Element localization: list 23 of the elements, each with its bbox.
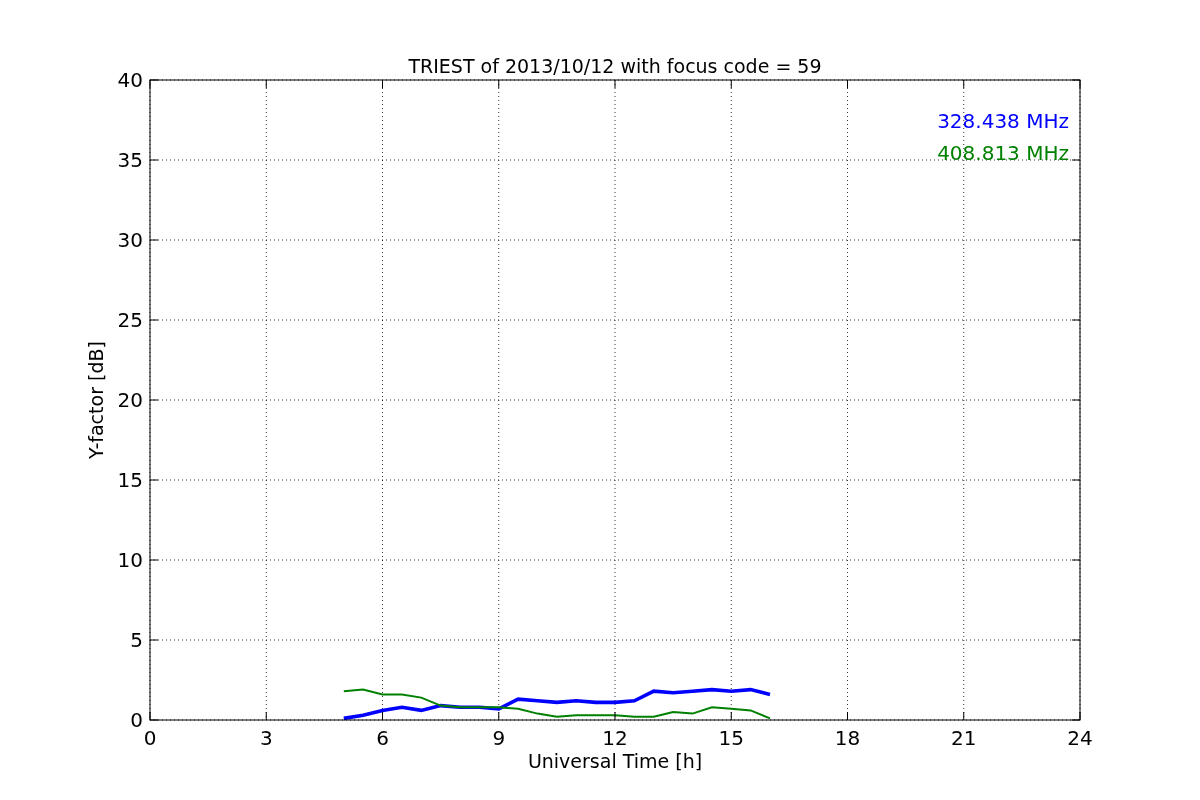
- tick-label: 18: [834, 726, 861, 750]
- tick-label: 9: [492, 726, 506, 750]
- tick-label: 15: [718, 726, 744, 750]
- chart-title: TRIEST of 2013/10/12 with focus code = 59: [408, 55, 822, 77]
- x-axis-label: Universal Time [h]: [527, 750, 703, 772]
- tick-label: 10: [117, 548, 143, 572]
- y-axis-label: Y-factor [dB]: [85, 341, 107, 459]
- tick-label: 5: [130, 628, 143, 652]
- tick-label: 15: [117, 468, 143, 492]
- legend-label: 408.813 MHz: [937, 141, 1069, 165]
- tick-label: 0: [130, 708, 143, 732]
- tick-label: 24: [1067, 726, 1093, 750]
- tick-label: 20: [117, 388, 143, 412]
- tick-label: 35: [117, 148, 143, 172]
- tick-label: 21: [951, 726, 977, 750]
- tick-label: 30: [117, 228, 143, 252]
- legend-label: 328.438 MHz: [937, 109, 1069, 133]
- tick-label: 12: [602, 726, 628, 750]
- tick-label: 6: [376, 726, 389, 750]
- tick-label: 40: [117, 68, 143, 92]
- tick-label: 25: [117, 308, 143, 332]
- tick-label: 0: [143, 726, 157, 750]
- tick-label: 3: [259, 726, 273, 750]
